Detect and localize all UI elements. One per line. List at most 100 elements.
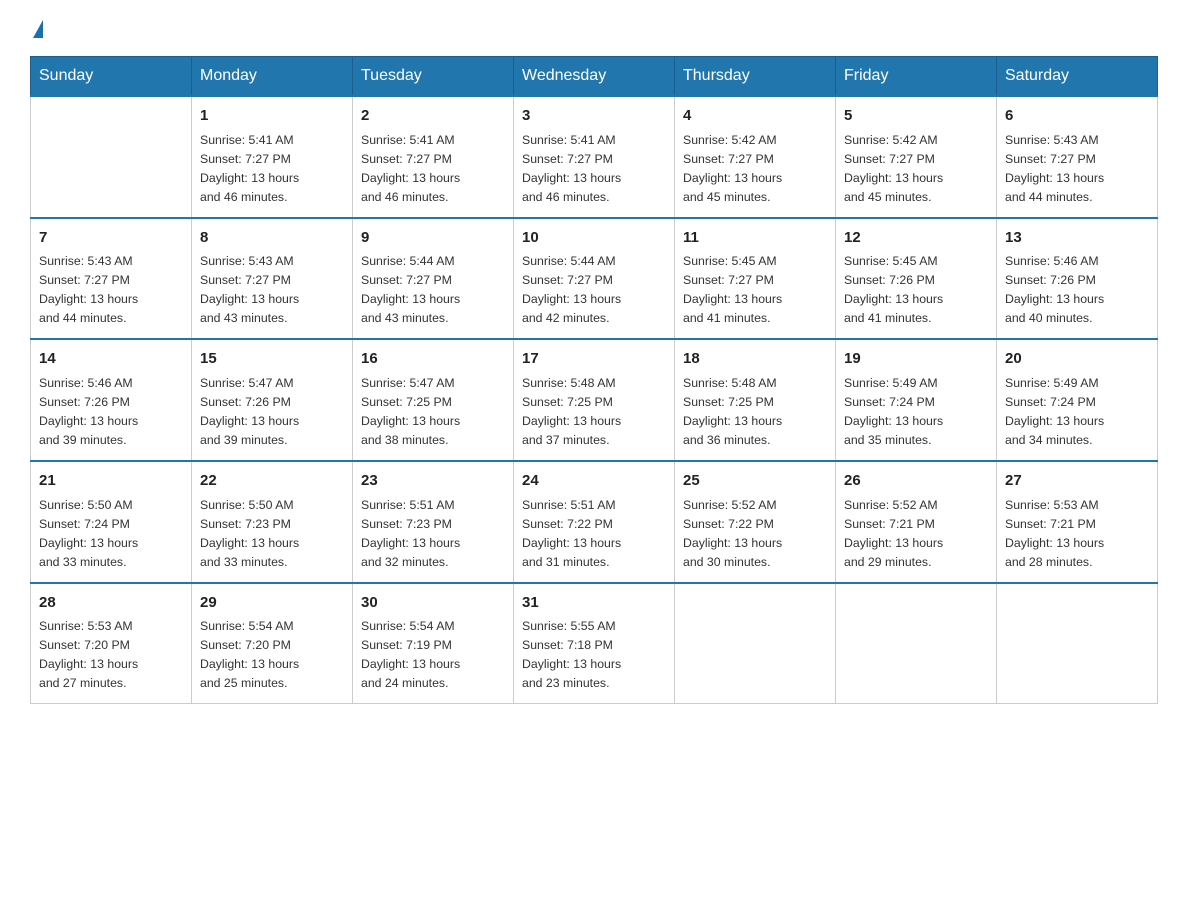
calendar-header-tuesday: Tuesday	[353, 57, 514, 97]
calendar-cell: 14 Sunrise: 5:46 AMSunset: 7:26 PMDayligh…	[31, 339, 192, 461]
calendar-cell: 5 Sunrise: 5:42 AMSunset: 7:27 PMDaylight…	[836, 96, 997, 218]
calendar-week-row: 21 Sunrise: 5:50 AMSunset: 7:24 PMDayligh…	[31, 461, 1158, 583]
day-info: Sunrise: 5:50 AMSunset: 7:24 PMDaylight:…	[39, 496, 183, 572]
calendar-cell: 21 Sunrise: 5:50 AMSunset: 7:24 PMDayligh…	[31, 461, 192, 583]
calendar-cell	[675, 583, 836, 704]
calendar-cell: 18Sunrise: 5:48 AMSunset: 7:25 PMDayligh…	[675, 339, 836, 461]
day-number: 8	[200, 227, 344, 250]
calendar-cell: 20 Sunrise: 5:49 AMSunset: 7:24 PMDayligh…	[997, 339, 1158, 461]
day-number: 16	[361, 348, 505, 371]
calendar-cell: 31Sunrise: 5:55 AMSunset: 7:18 PMDayligh…	[514, 583, 675, 704]
calendar-cell: 3 Sunrise: 5:41 AMSunset: 7:27 PMDaylight…	[514, 96, 675, 218]
calendar-cell: 13Sunrise: 5:46 AMSunset: 7:26 PMDayligh…	[997, 218, 1158, 340]
day-info: Sunrise: 5:44 AMSunset: 7:27 PMDaylight:…	[361, 252, 505, 328]
calendar-cell: 10Sunrise: 5:44 AMSunset: 7:27 PMDayligh…	[514, 218, 675, 340]
calendar-cell: 23 Sunrise: 5:51 AMSunset: 7:23 PMDayligh…	[353, 461, 514, 583]
day-info: Sunrise: 5:49 AMSunset: 7:24 PMDaylight:…	[844, 374, 988, 450]
day-info: Sunrise: 5:41 AMSunset: 7:27 PMDaylight:…	[522, 131, 666, 207]
calendar-cell: 11Sunrise: 5:45 AMSunset: 7:27 PMDayligh…	[675, 218, 836, 340]
day-number: 22	[200, 470, 344, 493]
day-info: Sunrise: 5:51 AMSunset: 7:22 PMDaylight:…	[522, 496, 666, 572]
calendar-week-row: 7Sunrise: 5:43 AMSunset: 7:27 PMDaylight…	[31, 218, 1158, 340]
calendar-cell: 28Sunrise: 5:53 AMSunset: 7:20 PMDayligh…	[31, 583, 192, 704]
day-info: Sunrise: 5:47 AMSunset: 7:26 PMDaylight:…	[200, 374, 344, 450]
calendar-cell: 4 Sunrise: 5:42 AMSunset: 7:27 PMDaylight…	[675, 96, 836, 218]
calendar-week-row: 1 Sunrise: 5:41 AMSunset: 7:27 PMDaylight…	[31, 96, 1158, 218]
day-number: 28	[39, 592, 183, 615]
day-info: Sunrise: 5:47 AMSunset: 7:25 PMDaylight:…	[361, 374, 505, 450]
day-number: 5	[844, 105, 988, 128]
calendar-cell	[836, 583, 997, 704]
day-number: 3	[522, 105, 666, 128]
day-number: 31	[522, 592, 666, 615]
day-info: Sunrise: 5:42 AMSunset: 7:27 PMDaylight:…	[683, 131, 827, 207]
day-info: Sunrise: 5:48 AMSunset: 7:25 PMDaylight:…	[522, 374, 666, 450]
calendar-cell: 12Sunrise: 5:45 AMSunset: 7:26 PMDayligh…	[836, 218, 997, 340]
day-number: 15	[200, 348, 344, 371]
day-info: Sunrise: 5:46 AMSunset: 7:26 PMDaylight:…	[1005, 252, 1149, 328]
calendar-cell: 1Sunrise: 5:41 AMSunset: 7:27 PMDaylight…	[192, 96, 353, 218]
calendar-cell: 8Sunrise: 5:43 AMSunset: 7:27 PMDaylight…	[192, 218, 353, 340]
day-info: Sunrise: 5:49 AMSunset: 7:24 PMDaylight:…	[1005, 374, 1149, 450]
calendar-cell: 27Sunrise: 5:53 AMSunset: 7:21 PMDayligh…	[997, 461, 1158, 583]
day-info: Sunrise: 5:43 AMSunset: 7:27 PMDaylight:…	[39, 252, 183, 328]
calendar-header-row: SundayMondayTuesdayWednesdayThursdayFrid…	[31, 57, 1158, 97]
day-number: 2	[361, 105, 505, 128]
calendar-header-saturday: Saturday	[997, 57, 1158, 97]
day-number: 6	[1005, 105, 1149, 128]
day-number: 17	[522, 348, 666, 371]
day-number: 25	[683, 470, 827, 493]
day-number: 13	[1005, 227, 1149, 250]
day-number: 21	[39, 470, 183, 493]
day-info: Sunrise: 5:53 AMSunset: 7:20 PMDaylight:…	[39, 617, 183, 693]
day-number: 11	[683, 227, 827, 250]
day-number: 12	[844, 227, 988, 250]
day-number: 20	[1005, 348, 1149, 371]
calendar-cell: 16 Sunrise: 5:47 AMSunset: 7:25 PMDayligh…	[353, 339, 514, 461]
calendar-header-friday: Friday	[836, 57, 997, 97]
day-number: 30	[361, 592, 505, 615]
day-info: Sunrise: 5:43 AMSunset: 7:27 PMDaylight:…	[200, 252, 344, 328]
calendar-cell: 24Sunrise: 5:51 AMSunset: 7:22 PMDayligh…	[514, 461, 675, 583]
calendar-table: SundayMondayTuesdayWednesdayThursdayFrid…	[30, 56, 1158, 704]
calendar-cell: 9Sunrise: 5:44 AMSunset: 7:27 PMDaylight…	[353, 218, 514, 340]
calendar-cell: 17 Sunrise: 5:48 AMSunset: 7:25 PMDayligh…	[514, 339, 675, 461]
day-number: 1	[200, 105, 344, 128]
day-number: 14	[39, 348, 183, 371]
day-number: 10	[522, 227, 666, 250]
day-number: 7	[39, 227, 183, 250]
day-info: Sunrise: 5:46 AMSunset: 7:26 PMDaylight:…	[39, 374, 183, 450]
calendar-header-monday: Monday	[192, 57, 353, 97]
day-info: Sunrise: 5:50 AMSunset: 7:23 PMDaylight:…	[200, 496, 344, 572]
logo	[30, 20, 43, 38]
calendar-cell: 15 Sunrise: 5:47 AMSunset: 7:26 PMDayligh…	[192, 339, 353, 461]
day-info: Sunrise: 5:52 AMSunset: 7:21 PMDaylight:…	[844, 496, 988, 572]
day-info: Sunrise: 5:44 AMSunset: 7:27 PMDaylight:…	[522, 252, 666, 328]
day-number: 23	[361, 470, 505, 493]
day-info: Sunrise: 5:51 AMSunset: 7:23 PMDaylight:…	[361, 496, 505, 572]
day-number: 19	[844, 348, 988, 371]
calendar-cell	[997, 583, 1158, 704]
day-number: 26	[844, 470, 988, 493]
day-number: 27	[1005, 470, 1149, 493]
day-number: 29	[200, 592, 344, 615]
calendar-header-sunday: Sunday	[31, 57, 192, 97]
day-info: Sunrise: 5:54 AMSunset: 7:19 PMDaylight:…	[361, 617, 505, 693]
day-info: Sunrise: 5:42 AMSunset: 7:27 PMDaylight:…	[844, 131, 988, 207]
day-info: Sunrise: 5:55 AMSunset: 7:18 PMDaylight:…	[522, 617, 666, 693]
day-info: Sunrise: 5:52 AMSunset: 7:22 PMDaylight:…	[683, 496, 827, 572]
day-number: 4	[683, 105, 827, 128]
logo-triangle-icon	[33, 20, 43, 38]
calendar-cell: 29Sunrise: 5:54 AMSunset: 7:20 PMDayligh…	[192, 583, 353, 704]
calendar-header-thursday: Thursday	[675, 57, 836, 97]
day-number: 18	[683, 348, 827, 371]
calendar-cell: 19 Sunrise: 5:49 AMSunset: 7:24 PMDayligh…	[836, 339, 997, 461]
calendar-cell: 30Sunrise: 5:54 AMSunset: 7:19 PMDayligh…	[353, 583, 514, 704]
day-info: Sunrise: 5:45 AMSunset: 7:26 PMDaylight:…	[844, 252, 988, 328]
day-info: Sunrise: 5:43 AMSunset: 7:27 PMDaylight:…	[1005, 131, 1149, 207]
day-number: 9	[361, 227, 505, 250]
day-info: Sunrise: 5:45 AMSunset: 7:27 PMDaylight:…	[683, 252, 827, 328]
calendar-cell: 2Sunrise: 5:41 AMSunset: 7:27 PMDaylight…	[353, 96, 514, 218]
calendar-cell: 25 Sunrise: 5:52 AMSunset: 7:22 PMDayligh…	[675, 461, 836, 583]
calendar-header-wednesday: Wednesday	[514, 57, 675, 97]
